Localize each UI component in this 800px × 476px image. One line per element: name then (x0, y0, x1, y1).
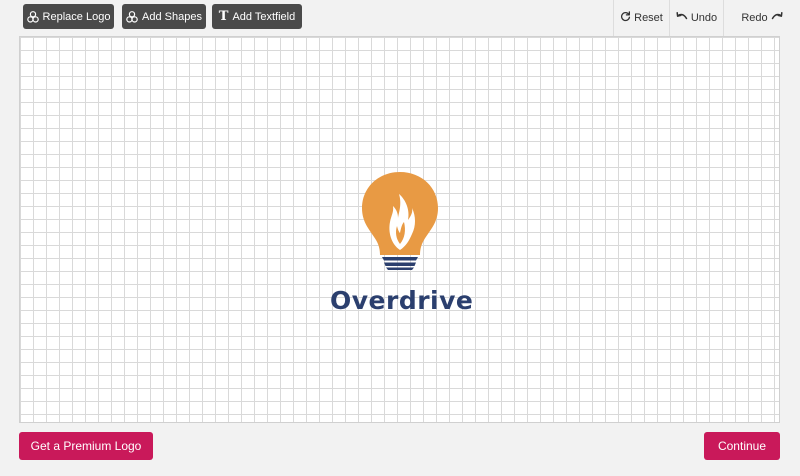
get-premium-logo-button[interactable]: Get a Premium Logo (19, 432, 153, 460)
add-textfield-label: Add Textfield (232, 10, 296, 23)
redo-button[interactable]: Redo (723, 0, 800, 36)
continue-button[interactable]: Continue (704, 432, 780, 460)
lightbulb-flame-icon (360, 170, 440, 270)
text-icon: T (218, 9, 229, 24)
add-textfield-button[interactable]: T Add Textfield (212, 4, 302, 29)
reset-icon (620, 11, 631, 25)
replace-logo-button[interactable]: Replace Logo (23, 4, 114, 29)
history-controls: Reset Undo Redo (613, 0, 800, 36)
logo-name-text[interactable]: Overdrive (330, 286, 473, 315)
toolbar: Replace Logo Add Shapes T Add Textfield … (0, 0, 800, 36)
add-shapes-button[interactable]: Add Shapes (122, 4, 206, 29)
replace-logo-label: Replace Logo (42, 10, 111, 23)
design-canvas[interactable]: Overdrive (19, 36, 780, 423)
logo-group[interactable]: Overdrive (330, 170, 473, 320)
shapes-icon (26, 10, 39, 23)
shapes-icon (126, 10, 138, 23)
redo-icon (771, 11, 783, 25)
add-shapes-label: Add Shapes (142, 10, 202, 23)
undo-icon (676, 11, 688, 25)
undo-label: Undo (690, 12, 718, 24)
reset-button[interactable]: Reset (613, 0, 669, 36)
undo-button[interactable]: Undo (669, 0, 723, 36)
redo-label: Redo (741, 12, 768, 24)
reset-label: Reset (634, 12, 663, 24)
